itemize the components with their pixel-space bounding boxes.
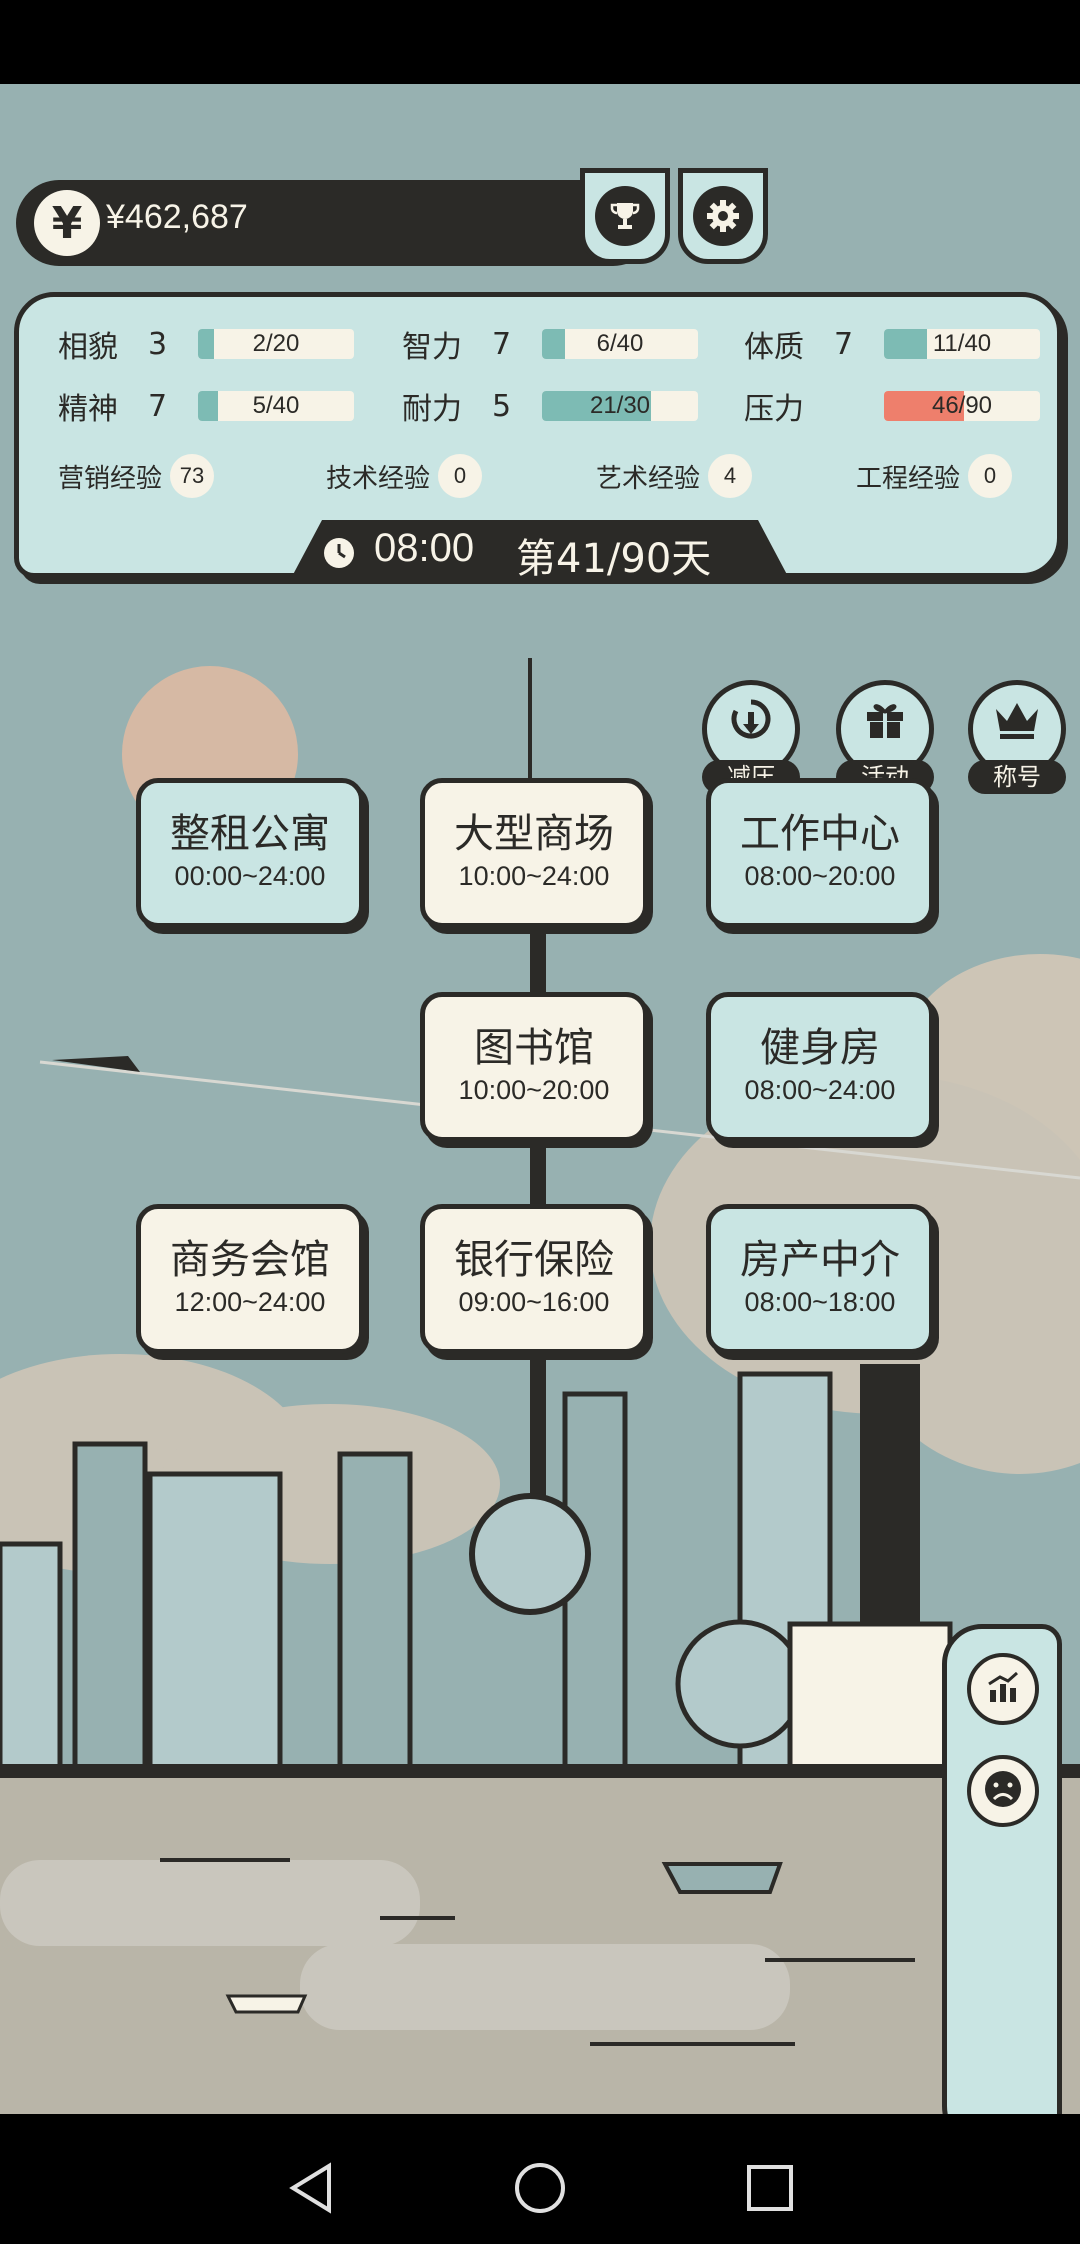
stat-name: 智力 [402,330,462,365]
stats-chart-button[interactable] [967,1653,1039,1725]
stat-name: 相貌 [58,330,118,365]
stat-bar: 5/40 [198,391,354,421]
location-name: 图书馆 [474,1025,594,1071]
exp-value: 4 [708,454,753,498]
side-panel [942,1624,1062,2114]
stat-level: 5 [492,388,512,424]
stat-progress: 21/30 [589,392,651,419]
stat-progress: 6/40 [596,330,644,357]
stat-name: 耐力 [402,392,462,427]
location-gym[interactable]: 健身房 08:00~24:00 [706,992,934,1142]
stress-relief-button[interactable]: 减压 [702,680,800,794]
stat-level: 7 [148,388,168,424]
location-hours: 08:00~24:00 [744,1075,896,1105]
stat-bar: 6/40 [542,329,698,359]
stat-progress: 2/20 [252,330,300,357]
trophy-icon [595,186,655,246]
location-hours: 12:00~24:00 [174,1287,326,1317]
location-name: 房产中介 [740,1237,900,1283]
location-mall[interactable]: 大型商场 10:00~24:00 [420,778,648,928]
stat-progress: 46/90 [931,392,993,419]
location-hours: 08:00~18:00 [744,1287,896,1317]
stat-physique: 体质 7 11/40 [744,324,1040,365]
stat-bar: 11/40 [884,329,1040,359]
stat-stress: 压力 46/90 [744,386,1040,427]
back-icon[interactable] [270,2148,350,2228]
day-counter: 第41/90天 [516,536,712,582]
stat-intelligence: 智力 7 6/40 [402,324,698,365]
location-hours: 00:00~24:00 [174,861,326,891]
location-name: 大型商场 [454,811,614,857]
location-real-estate[interactable]: 房产中介 08:00~18:00 [706,1204,934,1354]
exp-engineering: 工程经验 0 [856,454,1013,498]
settings-button[interactable] [678,168,768,264]
sad-face-icon [981,1767,1025,1815]
exp-value: 73 [170,454,215,498]
location-name: 健身房 [760,1025,880,1071]
location-hours: 08:00~20:00 [744,861,896,891]
location-name: 银行保险 [454,1237,614,1283]
exp-marketing: 营销经验 73 [58,454,215,498]
exp-label: 技术经验 [326,463,431,494]
exp-label: 艺术经验 [596,463,701,494]
game-scene: ¥ ¥462,687 相貌 3 2/20 智力 7 6/40 体质 7 11/4… [0,84,1080,2114]
location-business-club[interactable]: 商务会馆 12:00~24:00 [136,1204,364,1354]
exp-label: 营销经验 [58,463,163,494]
clock-icon [324,538,354,568]
exp-tech: 技术经验 0 [326,454,483,498]
stat-appearance: 相貌 3 2/20 [58,324,354,365]
location-apartment[interactable]: 整租公寓 00:00~24:00 [136,778,364,928]
money-bar: ¥ ¥462,687 [16,180,656,266]
stat-bar: 46/90 [884,391,1040,421]
title-button[interactable]: 称号 [968,680,1066,794]
location-name: 商务会馆 [170,1237,330,1283]
location-hours: 10:00~24:00 [458,861,610,891]
exp-art: 艺术经验 4 [596,454,753,498]
exp-label: 工程经验 [856,463,961,494]
stat-progress: 11/40 [932,330,992,357]
exp-value: 0 [968,454,1013,498]
location-hours: 09:00~16:00 [458,1287,610,1317]
clock-time: 08:00 [374,526,475,570]
clock-tab: 08:00 第41/90天 [288,520,792,584]
stat-progress: 5/40 [252,392,300,419]
home-icon[interactable] [500,2148,580,2228]
stat-bar: 21/30 [542,391,698,421]
title-label: 称号 [968,760,1066,794]
stat-name: 精神 [58,392,118,427]
activity-button[interactable]: 活动 [836,680,934,794]
trophy-button[interactable] [580,168,670,264]
location-work-center[interactable]: 工作中心 08:00~20:00 [706,778,934,928]
exp-value: 0 [438,454,483,498]
location-hours: 10:00~20:00 [458,1075,610,1105]
location-library[interactable]: 图书馆 10:00~20:00 [420,992,648,1142]
location-name: 整租公寓 [170,811,330,857]
stat-name: 体质 [744,330,804,365]
chart-icon [984,1668,1022,1710]
location-name: 工作中心 [740,811,900,857]
stat-spirit: 精神 7 5/40 [58,386,354,427]
stat-level: 3 [148,326,168,362]
location-bank-insurance[interactable]: 银行保险 09:00~16:00 [420,1204,648,1354]
stat-name: 压力 [744,392,804,427]
recents-icon[interactable] [730,2148,810,2228]
yen-icon: ¥ [34,190,100,256]
stat-level: 7 [834,326,854,362]
stat-level: 7 [492,326,512,362]
system-nav-bar [0,2114,1080,2244]
gear-icon [693,186,753,246]
stat-endurance: 耐力 5 21/30 [402,386,698,427]
stat-bar: 2/20 [198,329,354,359]
mood-button[interactable] [967,1755,1039,1827]
money-value: ¥462,687 [106,198,248,236]
